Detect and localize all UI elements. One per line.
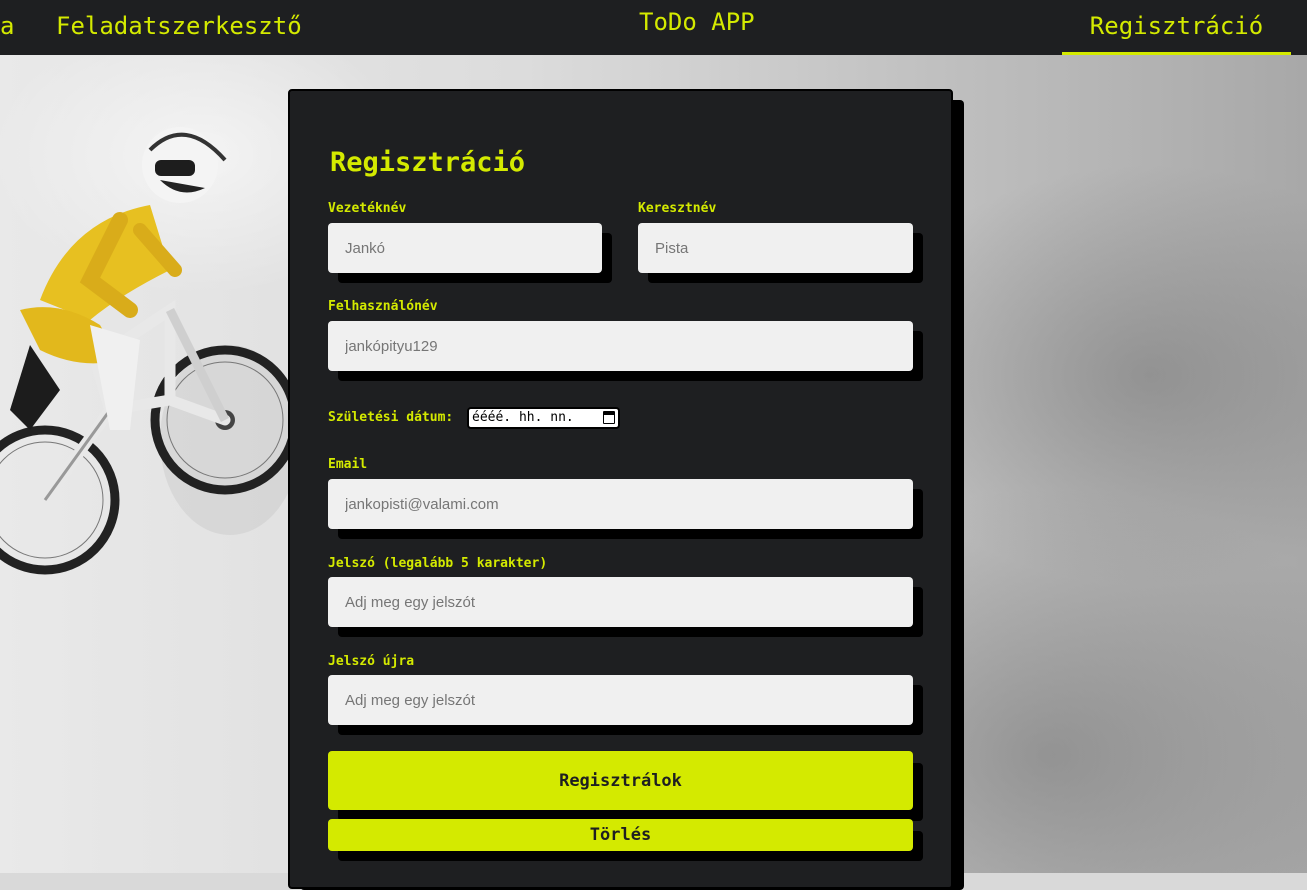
email-input[interactable] (328, 479, 913, 529)
app-brand[interactable]: ToDo APP (639, 0, 755, 51)
registration-form: Regisztráció Vezetéknév Keresztnév Felha… (288, 89, 953, 889)
nav-item-task-editor[interactable]: Feladatszerkesztő (56, 0, 302, 55)
email-field-wrap (328, 479, 923, 539)
first-name-label: Keresztnév (638, 201, 717, 216)
password-again-input[interactable] (328, 675, 913, 725)
clear-button[interactable]: Törlés (328, 819, 913, 851)
password-again-label: Jelszó újra (328, 654, 415, 669)
form-title: Regisztráció (330, 147, 526, 178)
username-label: Felhasználónév (328, 299, 438, 314)
birth-date-label: Születési dátum: (328, 410, 454, 425)
birth-date-input[interactable]: éééé. hh. nn. (467, 407, 620, 429)
last-name-input[interactable] (328, 223, 602, 273)
first-name-field-wrap (638, 223, 923, 283)
last-name-label: Vezetéknév (328, 201, 407, 216)
biker-photo (0, 127, 300, 575)
password-field-wrap (328, 577, 923, 637)
email-label: Email (328, 457, 368, 472)
password-label: Jelszó (legalább 5 karakter) (328, 556, 548, 571)
nav-item-clipped[interactable]: a (0, 0, 14, 55)
birth-date-placeholder: éééé. hh. nn. (472, 410, 574, 425)
password-again-field-wrap (328, 675, 923, 735)
username-field-wrap (328, 321, 923, 381)
password-input[interactable] (328, 577, 913, 627)
nav-item-registration[interactable]: Regisztráció (1062, 0, 1291, 55)
username-input[interactable] (328, 321, 913, 371)
register-submit-button[interactable]: Regisztrálok (328, 751, 913, 810)
first-name-input[interactable] (638, 223, 913, 273)
calendar-icon[interactable] (603, 411, 615, 424)
top-navbar: a Feladatszerkesztő ToDo APP Regisztráci… (0, 0, 1307, 55)
last-name-field-wrap (328, 223, 612, 283)
